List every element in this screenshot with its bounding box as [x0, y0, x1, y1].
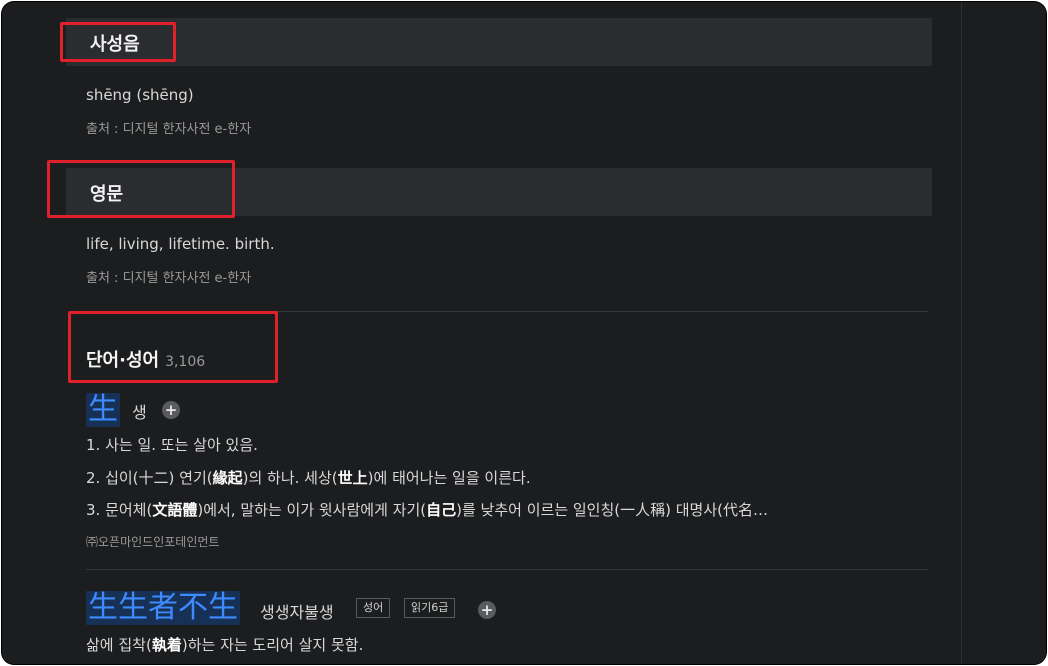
idiom-reading: 생생자불생 — [260, 603, 334, 622]
highlight-box — [47, 160, 235, 218]
add-to-wordbook-button[interactable]: + — [478, 601, 496, 619]
definition-line: 3. 문어체(文語體)에서, 말하는 이가 윗사람에게 자기(自己)를 낮추어 … — [86, 501, 769, 519]
definition-line: 2. 십이(十二) 연기(緣起)의 하나. 세상(世上)에 태어나는 일을 이른… — [86, 469, 531, 487]
dictionary-window: 사성음 shēng (shēng) 출처 : 디지털 한자사전 e-한자 영문 … — [2, 2, 1046, 664]
content-provider: ㈜오픈마인드인포테인먼트 — [86, 535, 220, 549]
definition-line: 1. 사는 일. 또는 살아 있음. — [86, 436, 258, 454]
highlight-box — [68, 311, 278, 383]
add-to-wordbook-button[interactable]: + — [162, 401, 180, 419]
word-reading: 생 — [132, 403, 147, 422]
idiom-hanja-link[interactable]: 生生者不生 — [86, 591, 240, 625]
section-header-sasungeum: 사성음 — [66, 18, 932, 66]
source-text: 출처 : 디지털 한자사전 e-한자 — [86, 122, 252, 137]
pinyin-text: shēng (shēng) — [86, 86, 194, 104]
highlight-box — [60, 22, 176, 62]
english-meaning-text: life, living, lifetime. birth. — [86, 235, 275, 253]
source-text: 출처 : 디지털 한자사전 e-한자 — [86, 271, 252, 286]
side-rail — [961, 2, 1046, 664]
divider — [86, 569, 928, 570]
idiom-tag-badge: 성어 — [356, 598, 391, 618]
idiom-definition: 삶에 집착(執着)하는 자는 도리어 살지 못함. — [86, 636, 364, 654]
reading-level-badge: 읽기6급 — [404, 598, 456, 618]
word-hanja-link[interactable]: 生 — [86, 393, 120, 427]
